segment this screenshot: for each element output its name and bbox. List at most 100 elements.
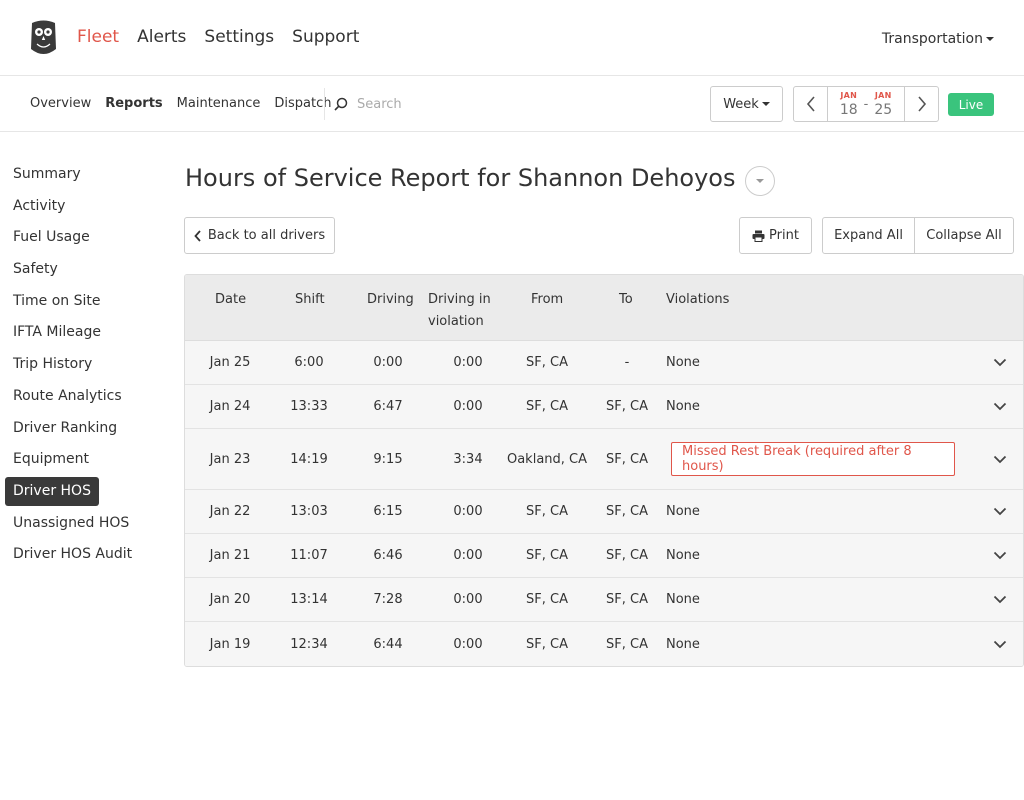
search-input[interactable]: [357, 96, 617, 112]
end-date: JAN 25: [874, 90, 893, 118]
range-separator: -: [863, 96, 869, 112]
prev-week-button[interactable]: [794, 87, 827, 121]
chevron-left-icon: [806, 96, 815, 112]
sidebar-item-activity[interactable]: Activity: [5, 192, 65, 221]
expand-row-chevron[interactable]: [993, 341, 1007, 384]
printer-icon: [752, 230, 765, 242]
sidebar-item-driver-ranking[interactable]: Driver Ranking: [5, 414, 117, 443]
period-dropdown[interactable]: Week: [710, 86, 783, 122]
header-shift[interactable]: Shift: [295, 289, 325, 311]
header-to[interactable]: To: [619, 289, 633, 311]
chevron-down-icon: [993, 551, 1007, 560]
expand-row-chevron[interactable]: [993, 429, 1007, 489]
sidebar-item-trip-history[interactable]: Trip History: [5, 350, 92, 379]
expand-all-button[interactable]: Expand All: [823, 218, 915, 253]
violation-badge: Missed Rest Break (required after 8 hour…: [671, 442, 955, 476]
caret-down-icon: [986, 37, 994, 41]
sub-navbar: Overview Reports Maintenance Dispatch We…: [0, 76, 1024, 132]
live-button[interactable]: Live: [948, 93, 994, 116]
sidebar-item-route-analytics[interactable]: Route Analytics: [5, 382, 122, 411]
expand-row-chevron[interactable]: [993, 578, 1007, 621]
table-body: Jan 25 6:00 0:00 0:00 SF, CA - None Jan 24 13:33…: [185, 341, 1023, 666]
nav-fleet[interactable]: Fleet: [77, 27, 119, 47]
print-label: Print: [769, 228, 799, 243]
next-week-button[interactable]: [905, 87, 938, 121]
end-month: JAN: [874, 90, 892, 100]
header-from[interactable]: From: [531, 289, 563, 311]
chevron-left-icon: [194, 229, 201, 242]
end-day: 25: [874, 101, 893, 118]
sub-nav: Overview Reports Maintenance Dispatch: [30, 96, 332, 111]
hos-table: Date Shift Driving Driving in violation …: [184, 274, 1024, 667]
cell-driving-in-violation: 0:00: [453, 592, 483, 607]
table-row[interactable]: Jan 24 13:33 6:47 0:00 SF, CA SF, CA None: [185, 385, 1023, 429]
subnav-overview[interactable]: Overview: [30, 96, 91, 111]
cell-violations: None: [666, 592, 700, 607]
nav-support[interactable]: Support: [292, 27, 359, 47]
sidebar-item-ifta-mileage[interactable]: IFTA Mileage: [5, 318, 101, 347]
org-dropdown[interactable]: Transportation: [882, 31, 994, 47]
cell-violations: Missed Rest Break (required after 8 hour…: [666, 429, 955, 489]
cell-driving-in-violation: 3:34: [453, 451, 483, 467]
collapse-all-button[interactable]: Collapse All: [915, 218, 1013, 253]
header-date[interactable]: Date: [215, 289, 246, 311]
sidebar-item-fuel-usage[interactable]: Fuel Usage: [5, 223, 90, 252]
cell-shift: 13:03: [290, 504, 328, 519]
cell-to: SF, CA: [606, 592, 648, 607]
cell-violations: None: [666, 504, 700, 519]
cell-date: Jan 24: [209, 399, 251, 414]
table-row[interactable]: Jan 21 11:07 6:46 0:00 SF, CA SF, CA None: [185, 534, 1023, 578]
sidebar-item-equipment[interactable]: Equipment: [5, 445, 89, 474]
cell-driving-in-violation: 0:00: [453, 548, 483, 563]
table-row[interactable]: Jan 20 13:14 7:28 0:00 SF, CA SF, CA None: [185, 578, 1023, 622]
header-violations[interactable]: Violations: [666, 289, 729, 311]
divider: [324, 88, 325, 120]
header-driving[interactable]: Driving: [367, 289, 414, 311]
page-title: Hours of Service Report for Shannon Deho…: [185, 164, 736, 192]
back-to-drivers-button[interactable]: Back to all drivers: [184, 217, 335, 254]
period-label: Week: [723, 96, 759, 112]
cell-shift: 13:33: [290, 399, 328, 414]
sidebar-item-safety[interactable]: Safety: [5, 255, 58, 284]
subnav-maintenance[interactable]: Maintenance: [177, 96, 261, 111]
nav-settings[interactable]: Settings: [204, 27, 274, 47]
caret-down-icon: [756, 179, 764, 183]
date-range-display[interactable]: JAN 18 - JAN 25: [827, 87, 905, 121]
cell-from: Oakland, CA: [506, 451, 588, 467]
expand-row-chevron[interactable]: [993, 534, 1007, 577]
print-button[interactable]: Print: [739, 217, 812, 254]
cell-violations: None: [666, 548, 700, 563]
start-month: JAN: [840, 90, 858, 100]
table-row[interactable]: Jan 22 13:03 6:15 0:00 SF, CA SF, CA None: [185, 490, 1023, 534]
expand-row-chevron[interactable]: [993, 385, 1007, 428]
table-row[interactable]: Jan 23 14:19 9:15 3:34 Oakland, CA SF, CA Miss…: [185, 429, 1023, 490]
search-box: [334, 94, 634, 114]
start-day: 18: [839, 101, 858, 118]
cell-date: Jan 19: [209, 636, 251, 652]
cell-shift: 13:14: [290, 592, 328, 607]
chevron-down-icon: [993, 455, 1007, 463]
expand-row-chevron[interactable]: [993, 490, 1007, 533]
table-row[interactable]: Jan 19 12:34 6:44 0:00 SF, CA SF, CA None: [185, 622, 1023, 666]
sidebar-item-time-on-site[interactable]: Time on Site: [5, 287, 100, 316]
cell-driving: 6:15: [373, 504, 403, 519]
back-label: Back to all drivers: [207, 228, 326, 243]
cell-to: SF, CA: [606, 548, 648, 563]
owl-logo-icon[interactable]: [29, 19, 58, 57]
header-driving-in-violation[interactable]: Driving in violation: [428, 289, 491, 333]
nav-alerts[interactable]: Alerts: [137, 27, 186, 47]
table-row[interactable]: Jan 25 6:00 0:00 0:00 SF, CA - None: [185, 341, 1023, 385]
subnav-dispatch[interactable]: Dispatch: [274, 96, 331, 111]
sidebar-item-unassigned-hos[interactable]: Unassigned HOS: [5, 509, 129, 538]
cell-to: SF, CA: [606, 451, 648, 467]
expand-row-chevron[interactable]: [993, 622, 1007, 666]
sidebar-item-driver-hos[interactable]: Driver HOS: [5, 476, 99, 506]
sidebar-item-summary[interactable]: Summary: [5, 160, 81, 189]
cell-violations: None: [666, 399, 700, 414]
chevron-down-icon: [993, 507, 1007, 516]
sidebar-item-driver-hos-audit[interactable]: Driver HOS Audit: [5, 540, 132, 569]
driver-select-dropdown[interactable]: [745, 166, 775, 196]
cell-driving-in-violation: 0:00: [453, 504, 483, 519]
expand-collapse-group: Expand All Collapse All: [822, 217, 1014, 254]
subnav-reports[interactable]: Reports: [105, 96, 162, 111]
